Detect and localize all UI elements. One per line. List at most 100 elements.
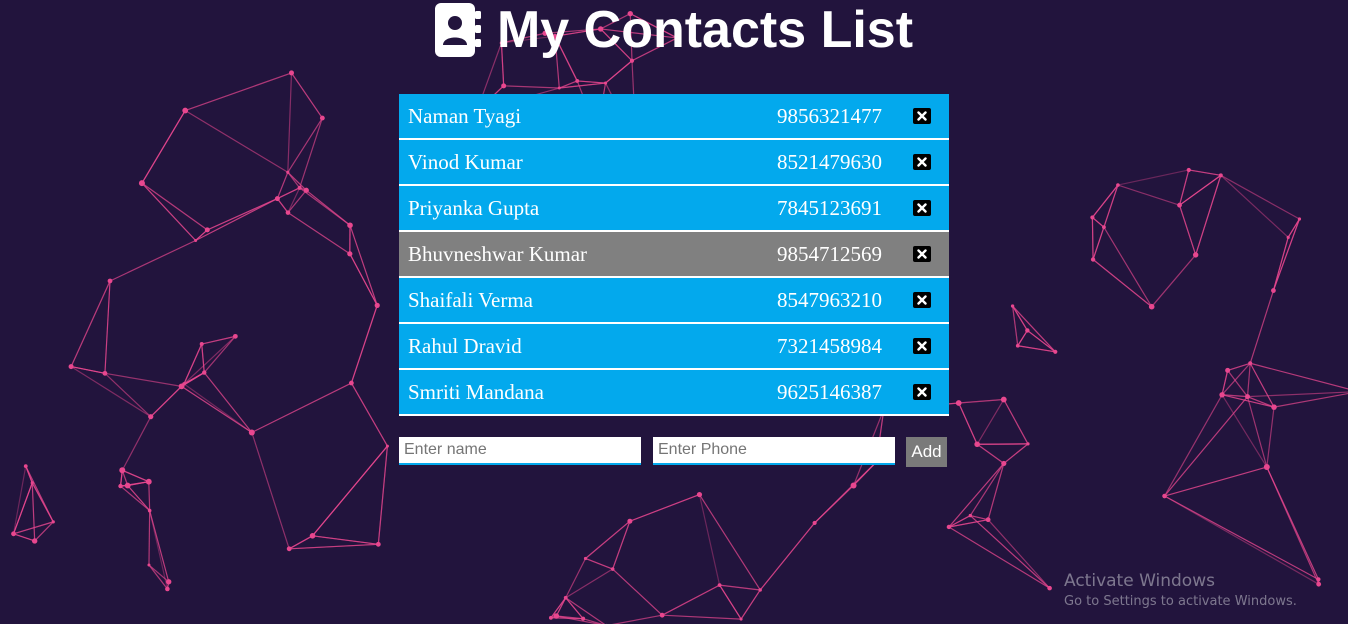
network-line bbox=[1188, 169, 1221, 176]
close-icon bbox=[917, 341, 927, 351]
network-line bbox=[276, 198, 289, 213]
network-node bbox=[124, 482, 131, 489]
network-node bbox=[1219, 392, 1225, 398]
network-line bbox=[969, 515, 1051, 589]
delete-contact-button[interactable] bbox=[913, 200, 931, 216]
network-line bbox=[1117, 169, 1189, 186]
network-line bbox=[287, 117, 323, 173]
network-node bbox=[1297, 217, 1302, 221]
close-icon bbox=[917, 295, 927, 305]
network-node bbox=[985, 517, 991, 523]
delete-contact-button[interactable] bbox=[913, 384, 931, 400]
network-line bbox=[740, 589, 761, 620]
network-node bbox=[119, 467, 126, 474]
network-line bbox=[1178, 204, 1197, 256]
network-line bbox=[629, 494, 700, 522]
network-node bbox=[812, 520, 817, 526]
network-line bbox=[141, 110, 186, 184]
contact-phone: 9854712569 bbox=[777, 241, 882, 266]
network-node bbox=[145, 478, 152, 485]
phone-input[interactable] bbox=[653, 437, 895, 465]
network-node bbox=[603, 81, 608, 85]
network-node bbox=[1162, 493, 1167, 499]
network-node bbox=[1000, 396, 1007, 403]
network-line bbox=[1017, 330, 1028, 347]
network-node bbox=[1316, 581, 1322, 587]
network-node bbox=[248, 429, 255, 436]
contact-row[interactable]: Rahul Dravid 7321458984 bbox=[399, 324, 949, 370]
network-line bbox=[349, 253, 378, 306]
network-line bbox=[148, 510, 151, 566]
network-node bbox=[148, 414, 154, 420]
network-line bbox=[1164, 394, 1223, 497]
network-line bbox=[1092, 226, 1105, 260]
network-line bbox=[1220, 174, 1300, 220]
contact-row[interactable]: Priyanka Gupta 7845123691 bbox=[399, 186, 949, 232]
network-line bbox=[814, 461, 877, 524]
network-line bbox=[185, 72, 292, 112]
network-line bbox=[349, 225, 378, 306]
network-line bbox=[1012, 305, 1019, 346]
delete-contact-button[interactable] bbox=[913, 246, 931, 262]
network-node bbox=[202, 370, 207, 375]
network-node bbox=[1148, 303, 1155, 310]
network-node bbox=[557, 86, 561, 90]
close-icon bbox=[917, 111, 927, 121]
close-icon bbox=[917, 249, 927, 259]
network-node bbox=[850, 482, 857, 489]
network-line bbox=[141, 182, 208, 231]
contact-row[interactable]: Shaifali Verma 8547963210 bbox=[399, 278, 949, 324]
network-node bbox=[548, 615, 553, 620]
delete-contact-button[interactable] bbox=[913, 108, 931, 124]
network-node bbox=[147, 563, 151, 567]
network-node bbox=[1263, 464, 1270, 471]
network-node bbox=[288, 70, 294, 76]
network-node bbox=[968, 513, 973, 518]
network-node bbox=[1047, 585, 1052, 591]
network-line bbox=[288, 535, 313, 550]
contact-row-selected[interactable]: Bhuvneshwar Kumar 9854712569 bbox=[399, 232, 949, 278]
delete-contact-button[interactable] bbox=[913, 292, 931, 308]
contact-row[interactable]: Vinod Kumar 8521479630 bbox=[399, 140, 949, 186]
network-line bbox=[719, 584, 742, 620]
contact-name: Naman Tyagi bbox=[408, 103, 522, 128]
network-line bbox=[503, 85, 560, 89]
contact-row[interactable]: Smriti Mandana 9625146387 bbox=[399, 370, 949, 416]
network-line bbox=[1164, 495, 1319, 580]
network-line bbox=[1003, 399, 1029, 445]
add-button[interactable]: Add bbox=[906, 437, 947, 467]
network-node bbox=[501, 83, 507, 89]
delete-contact-button[interactable] bbox=[913, 338, 931, 354]
network-node bbox=[1102, 225, 1106, 230]
contact-row[interactable]: Naman Tyagi 9856321477 bbox=[399, 94, 949, 140]
network-line bbox=[1195, 175, 1222, 256]
network-line bbox=[719, 584, 761, 591]
address-book-icon bbox=[434, 3, 481, 57]
network-line bbox=[183, 335, 236, 385]
contact-phone: 9625146387 bbox=[777, 379, 882, 404]
network-line bbox=[299, 117, 323, 189]
network-node bbox=[1271, 404, 1277, 410]
contact-name: Priyanka Gupta bbox=[408, 195, 540, 220]
network-line bbox=[1017, 345, 1056, 353]
network-node bbox=[199, 342, 204, 347]
network-line bbox=[12, 482, 33, 535]
network-node bbox=[68, 364, 74, 370]
network-line bbox=[1221, 394, 1268, 468]
network-node bbox=[739, 617, 743, 621]
network-node bbox=[627, 518, 633, 524]
network-node bbox=[204, 227, 210, 233]
network-node bbox=[348, 380, 354, 386]
close-icon bbox=[917, 387, 927, 397]
delete-contact-button[interactable] bbox=[913, 154, 931, 170]
network-line bbox=[1220, 174, 1289, 238]
network-node bbox=[553, 613, 560, 619]
network-line bbox=[290, 72, 323, 119]
network-line bbox=[1266, 466, 1320, 585]
network-node bbox=[610, 567, 615, 571]
network-line bbox=[958, 398, 1004, 404]
network-line bbox=[251, 432, 290, 550]
name-input[interactable] bbox=[399, 437, 641, 465]
network-node bbox=[297, 185, 302, 190]
network-node bbox=[1225, 367, 1231, 373]
